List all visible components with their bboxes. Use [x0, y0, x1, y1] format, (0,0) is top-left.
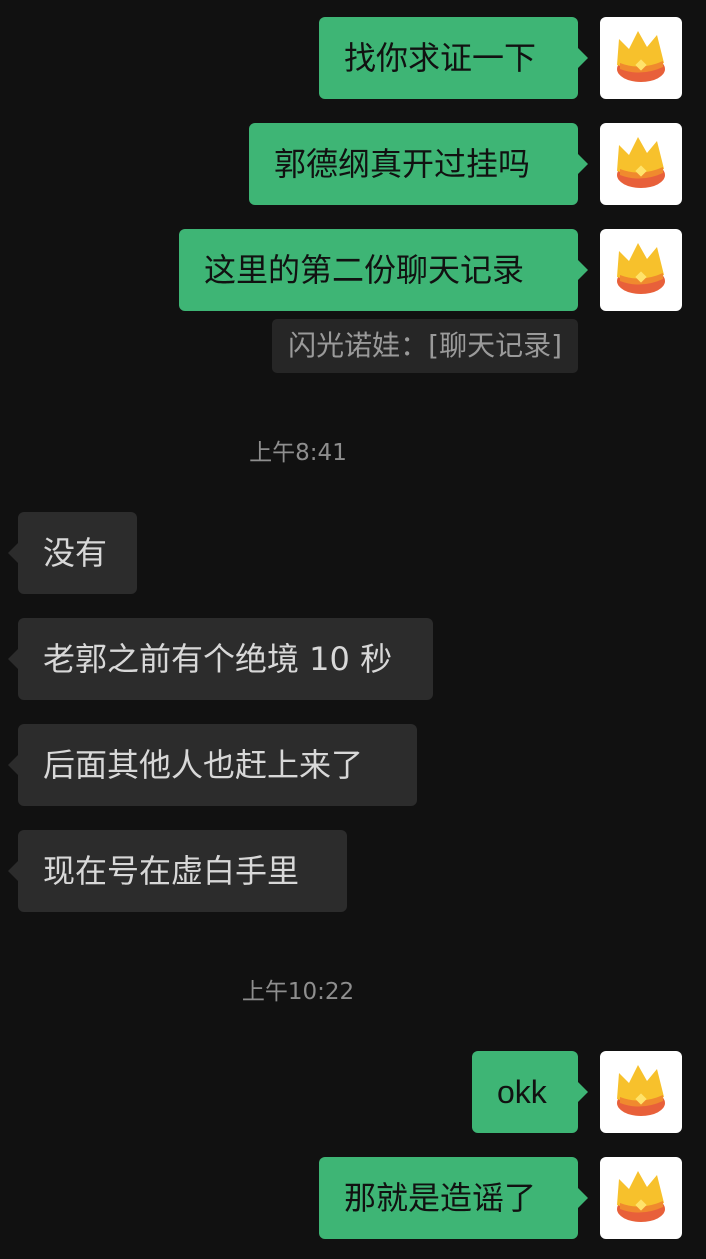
message-text: 找你求证一下	[344, 39, 537, 77]
message-text: 没有	[43, 534, 108, 572]
outgoing-message-bubble[interactable]: 这里的第二份聊天记录	[179, 229, 588, 311]
message-text: 这里的第二份聊天记录	[204, 251, 525, 289]
outgoing-message-bubble[interactable]: 那就是造谣了	[319, 1157, 588, 1239]
message-text: 那就是造谣了	[344, 1179, 537, 1217]
crown-avatar-graphic	[617, 1171, 665, 1222]
outgoing-message-bubble[interactable]: 找你求证一下	[319, 17, 588, 99]
message-text: 老郭之前有个绝境 10 秒	[43, 640, 393, 678]
crown-icon[interactable]	[600, 1051, 682, 1133]
quote-text: 闪光诺娃：[聊天记录]	[288, 329, 562, 362]
crown-icon[interactable]	[600, 1157, 682, 1239]
quoted-chat-record[interactable]: 闪光诺娃：[聊天记录]	[272, 319, 578, 373]
message-text: 郭德纲真开过挂吗	[274, 145, 531, 183]
crown-avatar-graphic	[617, 31, 665, 82]
incoming-message-bubble[interactable]: 后面其他人也赶上来了	[8, 724, 417, 806]
chat-window: 找你求证一下 郭德纲真开过挂吗 这里的第二份聊天记录 闪光诺娃：[聊天记录] 上…	[0, 0, 706, 1259]
incoming-message-bubble[interactable]: 现在号在虚白手里	[8, 830, 347, 912]
timestamp: 上午10:22	[241, 979, 355, 1005]
crown-icon[interactable]	[600, 123, 682, 205]
message-text: okk	[497, 1074, 547, 1110]
crown-avatar-graphic	[617, 137, 665, 188]
message-text: 现在号在虚白手里	[43, 852, 300, 890]
crown-icon[interactable]	[600, 229, 682, 311]
outgoing-message-bubble[interactable]: okk	[472, 1051, 588, 1133]
timestamp: 上午8:41	[249, 440, 347, 466]
message-text: 后面其他人也赶上来了	[43, 746, 364, 784]
crown-avatar-graphic	[617, 243, 665, 294]
crown-avatar-graphic	[617, 1065, 665, 1116]
outgoing-message-bubble[interactable]: 郭德纲真开过挂吗	[249, 123, 588, 205]
incoming-message-bubble[interactable]: 没有	[8, 512, 137, 594]
crown-icon[interactable]	[600, 17, 682, 99]
incoming-message-bubble[interactable]: 老郭之前有个绝境 10 秒	[8, 618, 433, 700]
